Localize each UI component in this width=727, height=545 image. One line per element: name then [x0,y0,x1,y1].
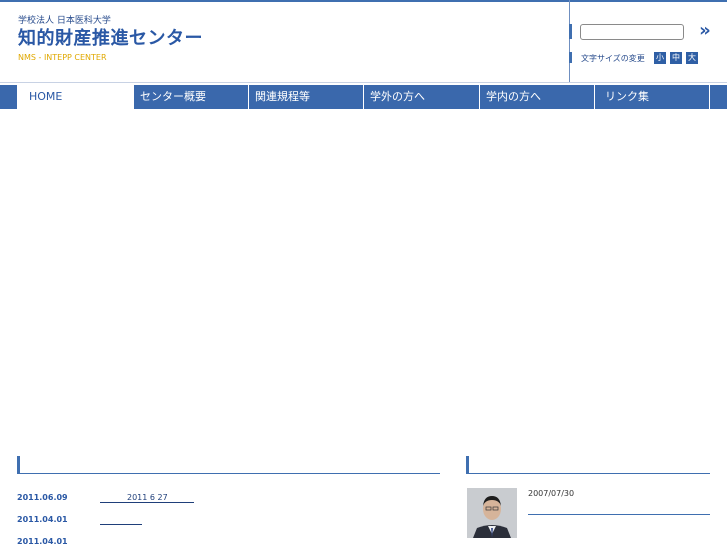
font-size-medium-button[interactable]: 中 [670,52,682,64]
person-photo-icon [467,488,517,538]
font-size-large-button[interactable]: 大 [686,52,698,64]
nav-item-home[interactable]: HOME [17,85,134,109]
message-section-marker [466,456,469,474]
site-subtitle: NMS - INTEPP CENTER [18,53,107,62]
nav-item-regulations[interactable]: 関連規程等 [249,85,364,109]
news-date: 2011.04.01 [17,537,68,545]
message-title-underline[interactable] [528,514,710,515]
site-title[interactable]: 知的財産推進センター [18,24,203,50]
header-divider [569,0,570,82]
header-rule [0,82,727,83]
nav-item-links[interactable]: リンク集 [595,85,710,109]
nav-item-center-overview[interactable]: センター概要 [134,85,249,109]
message-section-rule [466,473,710,474]
news-date: 2011.06.09 [17,493,68,502]
message-date: 2007/07/30 [528,489,575,498]
search-input[interactable] [580,24,684,40]
font-size-label: 文字サイズの変更 [581,54,645,63]
search-button[interactable]: » [694,21,716,41]
font-size-small-button[interactable]: 小 [654,52,666,64]
news-section-rule [17,473,440,474]
nav-item-internal[interactable]: 学内の方へ [480,85,595,109]
global-nav: HOME センター概要 関連規程等 学外の方へ 学内の方へ リンク集 [0,85,727,109]
font-size-marker [569,52,572,63]
news-date: 2011.04.01 [17,515,68,524]
news-title-link[interactable]: 2011 6 27 [100,493,194,503]
news-section-marker [17,456,20,474]
nav-item-external[interactable]: 学外の方へ [364,85,480,109]
top-accent-line [0,0,727,2]
search-marker [569,24,572,39]
news-title-link[interactable] [100,515,142,525]
director-photo[interactable] [467,488,517,538]
